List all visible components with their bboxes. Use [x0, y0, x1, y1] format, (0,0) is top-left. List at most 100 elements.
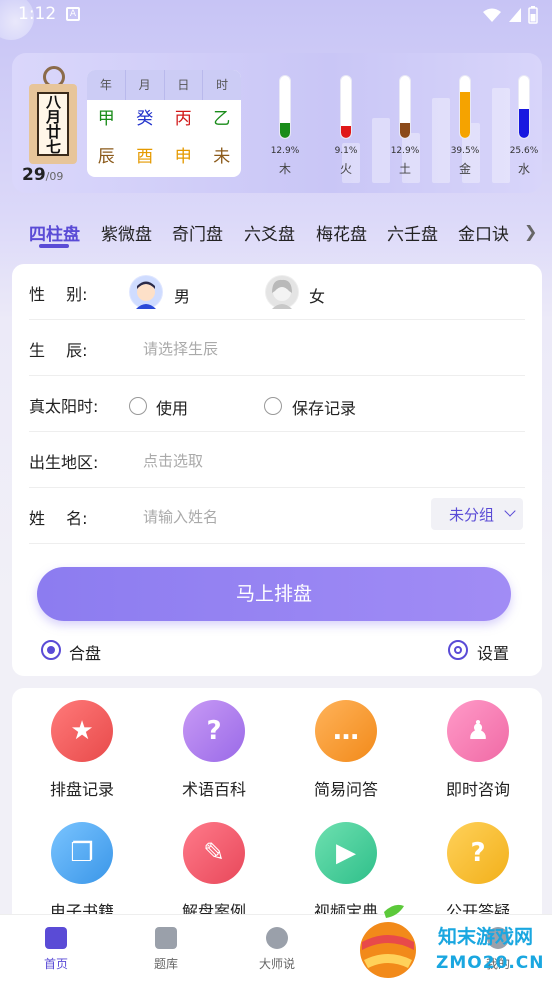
gauge-tube	[399, 75, 411, 139]
feature-symbol: ▶	[336, 838, 356, 868]
feature-symbol: ?	[470, 838, 486, 868]
combine-label: 合盘	[69, 644, 102, 663]
tab-ziwei[interactable]: 紫微盘	[101, 220, 152, 245]
solar-use-radio[interactable]	[129, 397, 147, 415]
stem-year: 甲	[97, 109, 115, 129]
save-record-label[interactable]: 保存记录	[292, 395, 356, 419]
feature-symbol: ♟	[466, 716, 490, 746]
solar-date: 29/09	[22, 165, 63, 185]
tab-liuyao[interactable]: 六爻盘	[244, 220, 295, 245]
earthly-branches-row: 辰 酉 申 未	[87, 138, 241, 176]
nav-label: 大师说	[258, 957, 295, 971]
birth-place-picker[interactable]: 点击选取	[143, 450, 203, 471]
gauge-tube	[279, 75, 291, 139]
signal-icon	[509, 8, 521, 22]
status-bar: 1:12 A	[0, 0, 552, 30]
feature-symbol: …	[333, 716, 359, 746]
feature-symbol: ✎	[203, 838, 225, 868]
tab-meihua[interactable]: 梅花盘	[316, 220, 367, 245]
gauge-element-name: 水	[517, 162, 530, 176]
name-row: 姓 名: 请输入姓名 未分组	[12, 488, 542, 544]
name-label: 姓 名:	[29, 509, 88, 528]
submit-chart-button[interactable]: 马上排盘	[37, 567, 511, 621]
gauge-fill	[280, 123, 290, 138]
branch-day: 申	[174, 147, 192, 167]
feature-symbol: ★	[70, 716, 94, 746]
planet-icon	[266, 927, 288, 949]
branch-month: 酉	[136, 147, 154, 167]
feature-simple-qa[interactable]: … 简易问答	[296, 700, 396, 800]
name-input[interactable]: 请输入姓名	[143, 506, 218, 527]
edit-note-icon: ✎	[183, 822, 245, 884]
chevron-down-icon	[504, 505, 516, 517]
feature-label: 即时咨询	[445, 780, 510, 799]
tab-liuren[interactable]: 六壬盘	[387, 220, 438, 245]
gauge-wood: 12.9% 木	[255, 75, 315, 177]
gauge-tube	[340, 75, 352, 139]
feature-symbol: ❐	[70, 838, 94, 868]
settings-label: 设置	[477, 644, 510, 663]
feature-case-analysis[interactable]: ✎ 解盘案例	[164, 822, 264, 922]
birth-place-row[interactable]: 出生地区: 点击选取	[12, 432, 542, 488]
row-divider	[29, 543, 525, 544]
watermark-line1: 知末游戏网	[438, 926, 534, 948]
solar-time-label: 真太阳时:	[29, 397, 99, 416]
tab-jinkoujue[interactable]: 金口诀	[458, 220, 509, 245]
feature-label: 排盘记录	[49, 780, 114, 799]
heavenly-stems-row: 甲 癸 丙 乙	[87, 100, 241, 138]
gauge-metal: 39.5% 金	[435, 75, 495, 177]
gauge-fire: 9.1% 火	[316, 75, 376, 177]
feature-paipan-record[interactable]: ★ 排盘记录	[32, 700, 132, 800]
solar-use-label[interactable]: 使用	[156, 395, 188, 419]
male-option[interactable]: 男	[174, 283, 190, 307]
nav-master-talk[interactable]: 大师说	[237, 927, 317, 972]
watermark-line2: ZMO20.CN	[436, 953, 545, 973]
document-icon	[155, 927, 177, 949]
save-record-radio[interactable]	[264, 397, 282, 415]
feature-ebooks[interactable]: ❐ 电子书籍	[32, 822, 132, 922]
site-watermark: 知末游戏网 ZMO20.CN	[350, 900, 552, 987]
nav-question-bank[interactable]: 题库	[126, 927, 206, 972]
battery-icon	[528, 6, 538, 24]
female-option[interactable]: 女	[309, 283, 325, 307]
feature-terms-wiki[interactable]: ? 术语百科	[164, 700, 264, 800]
gauge-percent: 39.5%	[450, 146, 480, 156]
female-avatar-icon[interactable]	[265, 275, 299, 309]
stem-month: 癸	[136, 109, 154, 129]
status-right	[482, 6, 538, 24]
combine-icon	[41, 640, 61, 660]
birth-time-picker[interactable]: 请选择生辰	[143, 338, 218, 359]
bazi-summary-card: 八月廿七 29/09 年 月 日 时 甲 癸 丙 乙 辰 酉 申 未 12.9%…	[12, 53, 542, 193]
fruit-logo-icon	[360, 904, 416, 978]
group-select[interactable]: 未分组	[431, 498, 523, 530]
birth-time-row[interactable]: 生 辰: 请选择生辰	[12, 320, 542, 376]
book-icon: ❐	[51, 822, 113, 884]
active-tab-indicator	[39, 244, 69, 248]
male-avatar-icon[interactable]	[129, 275, 163, 309]
gauge-element-name: 木	[278, 162, 291, 176]
nav-label: 首页	[43, 957, 68, 971]
question-clipboard-icon: ?	[183, 700, 245, 762]
tag-plate: 八月廿七	[29, 84, 77, 164]
solar-month: /09	[45, 170, 64, 183]
gauge-water: 25.6% 水	[494, 75, 542, 177]
lunar-date-tag: 八月廿七	[27, 66, 79, 168]
birth-place-label: 出生地区:	[29, 453, 99, 472]
feature-label: 简易问答	[313, 780, 378, 799]
lunar-date: 八月廿七	[37, 92, 69, 156]
solar-time-row: 真太阳时: 使用 保存记录	[12, 376, 542, 432]
five-elements-gauges: 12.9% 木 9.1% 火 12.9% 土 39.5% 金 25.6% 水	[261, 75, 541, 185]
branch-year: 辰	[97, 147, 115, 167]
gender-row: 性 别: 男 女	[12, 264, 542, 320]
home-icon	[45, 927, 67, 949]
feature-instant-consult[interactable]: ♟ 即时咨询	[428, 700, 528, 800]
gear-icon	[448, 640, 468, 660]
nav-home[interactable]: 首页	[16, 927, 96, 972]
chevron-right-icon[interactable]: ❯	[524, 222, 537, 241]
pillar-header-hour: 时	[216, 78, 229, 92]
tab-sizhu[interactable]: 四柱盘	[29, 220, 80, 245]
tab-qimen[interactable]: 奇门盘	[172, 220, 223, 245]
pillars-header: 年 月 日 时	[87, 70, 241, 100]
consultant-icon: ♟	[447, 700, 509, 762]
gauge-fill	[341, 126, 351, 138]
